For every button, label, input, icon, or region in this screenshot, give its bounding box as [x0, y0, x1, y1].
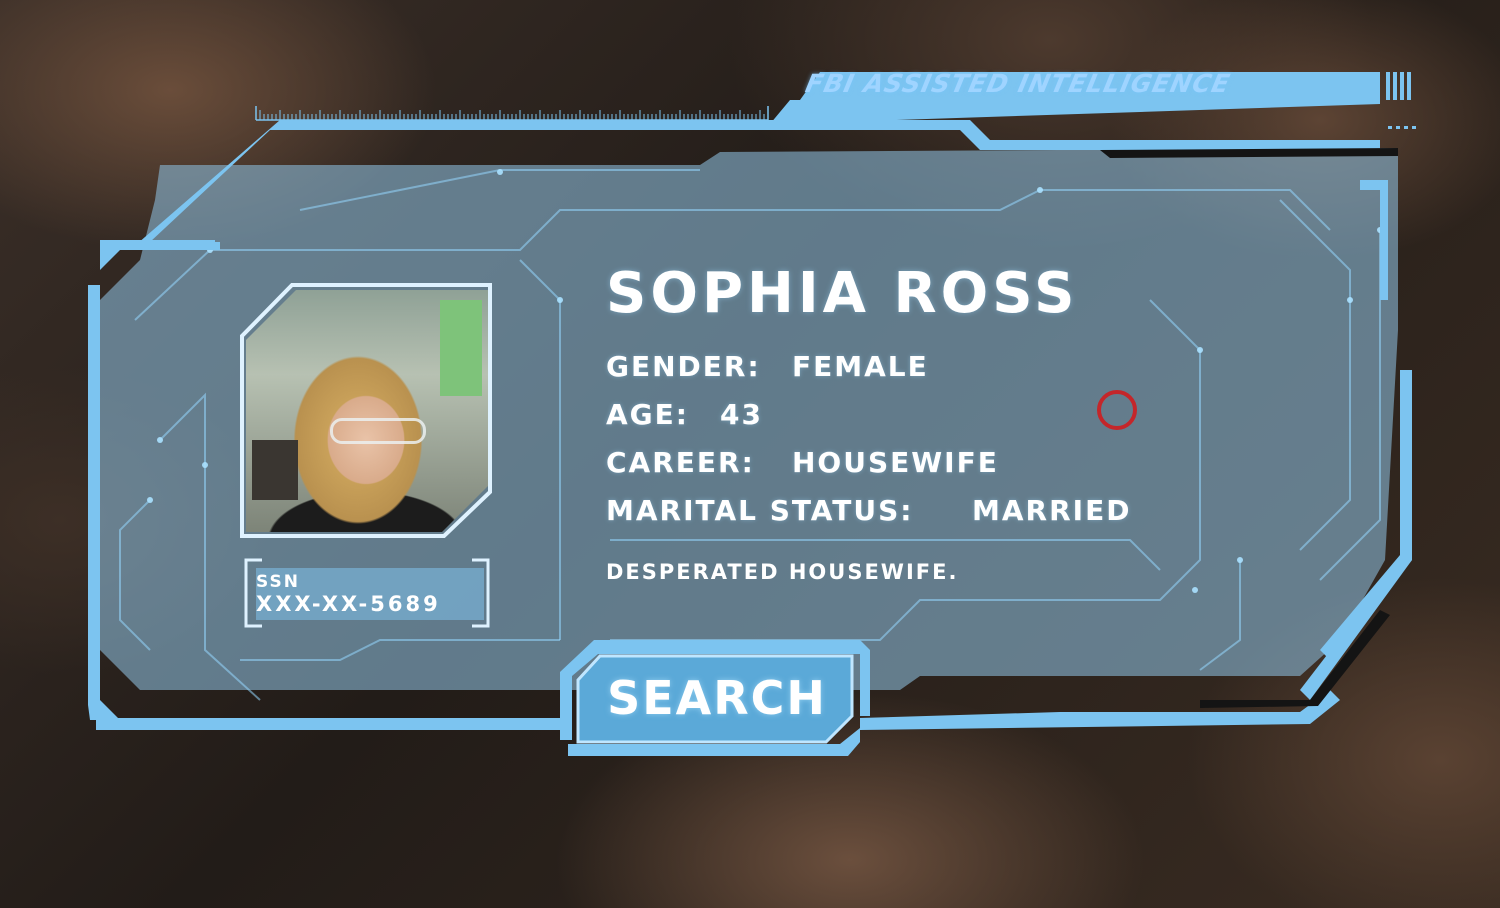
marital-row: MARITAL STATUS: MARRIED — [606, 494, 1129, 528]
photo-background-poster — [440, 300, 482, 396]
career-value: HOUSEWIFE — [792, 446, 999, 479]
ruler-ticks — [259, 110, 765, 120]
marital-label: MARITAL STATUS: — [606, 494, 914, 527]
career-label: CAREER: — [606, 446, 755, 479]
photo-background-sign — [252, 440, 298, 500]
age-row: AGE: 43 — [606, 398, 761, 432]
photo-glasses — [330, 418, 426, 444]
suspect-photo — [246, 290, 488, 532]
marital-value: MARRIED — [972, 494, 1132, 527]
gender-row: GENDER: FEMALE — [606, 350, 927, 384]
age-value: 43 — [720, 398, 763, 431]
age-label: AGE: — [606, 398, 689, 431]
header-underline — [770, 100, 1380, 124]
search-button[interactable] — [578, 652, 856, 742]
profile-description: DESPERATED HOUSEWIFE. — [606, 560, 959, 584]
header-title: FBI ASSISTED INTELLIGENCE — [803, 69, 1234, 98]
gender-label: GENDER: — [606, 350, 761, 383]
ssn-value: XXX-XX-5689 — [256, 592, 441, 616]
gender-value: FEMALE — [792, 350, 929, 383]
profile-name: SOPHIA ROSS — [606, 261, 1079, 326]
ssn-label: SSN — [256, 572, 300, 592]
red-ring-cursor-icon — [1097, 390, 1137, 430]
ssn-box: SSN XXX-XX-5689 — [256, 572, 484, 616]
header-ticks — [1386, 72, 1416, 129]
career-row: CAREER: HOUSEWIFE — [606, 446, 997, 480]
